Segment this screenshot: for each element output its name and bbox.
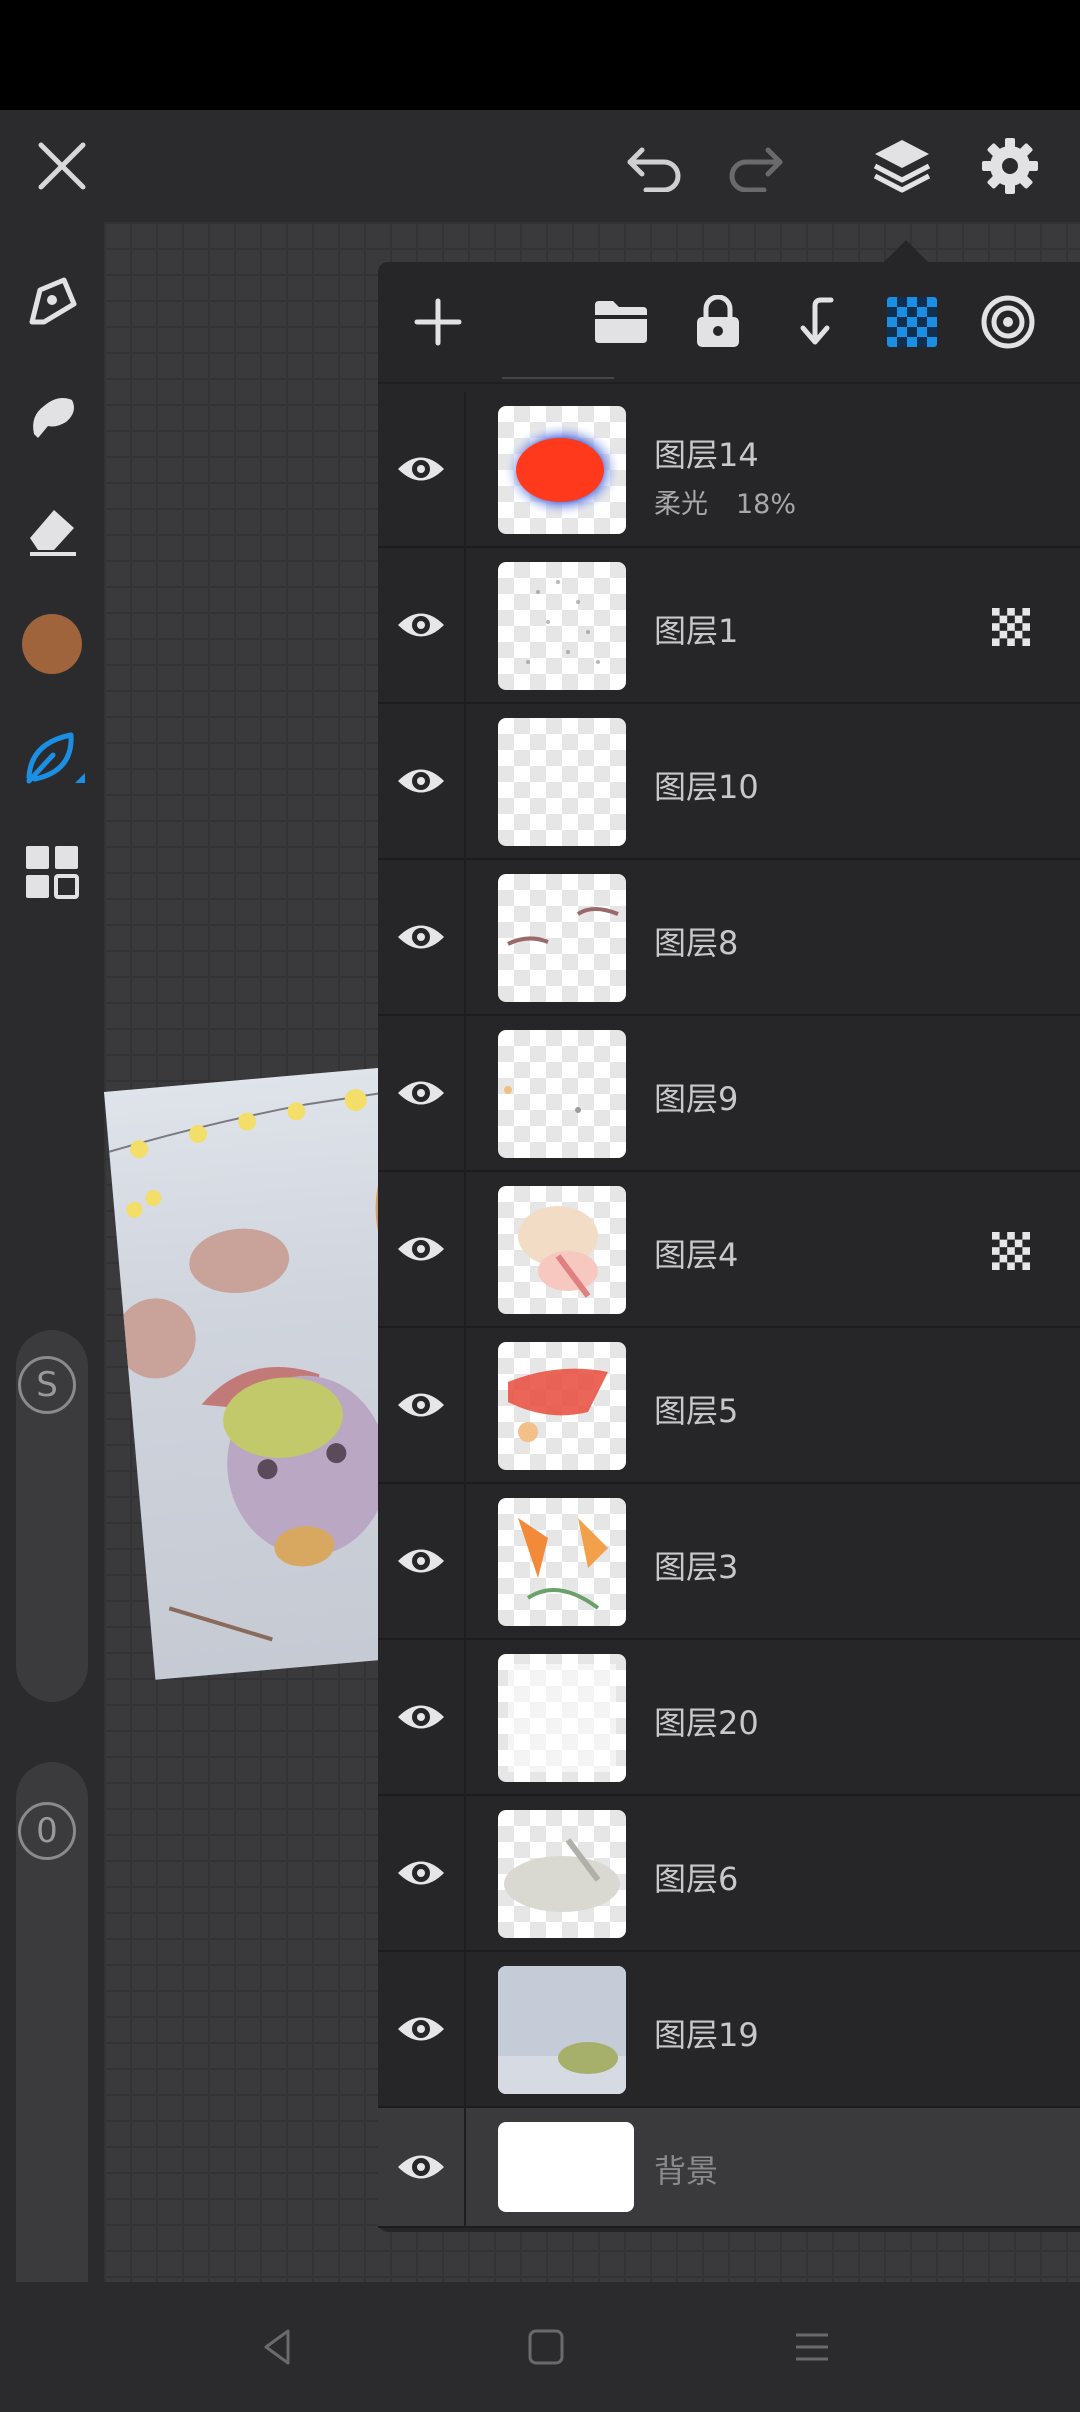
- layer-name: 图层10: [654, 768, 759, 806]
- layer-row[interactable]: 图层6: [378, 1796, 1080, 1952]
- target-icon[interactable]: [968, 282, 1048, 362]
- brush-size-slider[interactable]: S: [16, 1330, 88, 1702]
- eye-icon[interactable]: [378, 1172, 466, 1326]
- merge-down-icon[interactable]: [776, 282, 856, 362]
- alpha-lock-icon[interactable]: [872, 282, 952, 362]
- layer-thumbnail[interactable]: [498, 874, 626, 1002]
- layer-thumbnail[interactable]: [498, 1342, 626, 1470]
- undo-icon[interactable]: [616, 126, 696, 206]
- layer-name: 图层5: [654, 1392, 739, 1430]
- layer-name: 图层9: [654, 1080, 739, 1118]
- eye-icon[interactable]: [378, 1952, 466, 2106]
- layer-opacity: 18%: [736, 489, 797, 520]
- layer-name: 图层14: [654, 436, 759, 474]
- layer-thumbnail[interactable]: [498, 1498, 626, 1626]
- panel-divider: [502, 377, 614, 379]
- layer-name: 图层20: [654, 1704, 759, 1742]
- eye-icon[interactable]: [378, 1328, 466, 1482]
- layer-name: 背景: [654, 2152, 719, 2190]
- left-toolbar: S 0: [0, 222, 104, 2362]
- eye-icon[interactable]: [378, 2108, 466, 2226]
- blend-mode-label: 柔光: [654, 489, 708, 520]
- layer-row[interactable]: 背景: [378, 2108, 1080, 2228]
- layer-thumbnail[interactable]: [498, 2122, 634, 2212]
- folder-icon[interactable]: [581, 282, 661, 362]
- lock-icon[interactable]: [678, 282, 758, 362]
- navigation-bar: [0, 2282, 1080, 2412]
- menu-icon[interactable]: [772, 2312, 852, 2382]
- layer-blend-mode: 柔光 18%: [654, 482, 796, 521]
- layers-icon[interactable]: [862, 126, 942, 206]
- layer-name: 图层8: [654, 924, 739, 962]
- layer-thumbnail[interactable]: [498, 1030, 626, 1158]
- layer-thumbnail[interactable]: [498, 1186, 626, 1314]
- panel-pointer: [884, 240, 928, 262]
- layer-panel-toolbar: [378, 262, 1080, 384]
- layer-row[interactable]: 图层9: [378, 1016, 1080, 1172]
- layer-thumbnail[interactable]: [498, 1654, 626, 1782]
- layer-name: 图层3: [654, 1548, 739, 1586]
- eye-icon[interactable]: [378, 704, 466, 858]
- redo-icon[interactable]: [714, 126, 794, 206]
- layer-row[interactable]: 图层20: [378, 1640, 1080, 1796]
- alpha-lock-icon: [992, 608, 1030, 646]
- layer-row[interactable]: 图层3: [378, 1484, 1080, 1640]
- add-layer-icon[interactable]: [398, 282, 478, 362]
- home-icon[interactable]: [506, 2312, 586, 2382]
- grid-icon[interactable]: [12, 832, 92, 912]
- layer-name: 图层6: [654, 1860, 739, 1898]
- back-icon[interactable]: [238, 2312, 318, 2382]
- layer-row[interactable]: 图层8: [378, 860, 1080, 1016]
- layer-row[interactable]: 图层10: [378, 704, 1080, 860]
- layer-name: 图层4: [654, 1236, 739, 1274]
- layer-row[interactable]: 图层1: [378, 548, 1080, 704]
- eye-icon[interactable]: [378, 1796, 466, 1950]
- layer-row[interactable]: 图层19: [378, 1952, 1080, 2108]
- layer-panel: 图层14 柔光 18% 图层1 图层10 图层8 图层9 图层4 图层5 图层3 图层20 图层6 图层…: [378, 262, 1080, 2232]
- alpha-lock-icon: [992, 1232, 1030, 1270]
- layer-thumbnail[interactable]: [498, 1966, 626, 2094]
- pen-icon[interactable]: [12, 262, 92, 342]
- eye-icon[interactable]: [378, 860, 466, 1014]
- brush-opacity-knob[interactable]: 0: [18, 1802, 76, 1860]
- layer-row[interactable]: 图层5: [378, 1328, 1080, 1484]
- brush-opacity-slider[interactable]: 0: [16, 1762, 88, 2362]
- smudge-icon[interactable]: [12, 376, 92, 456]
- color-swatch[interactable]: [12, 604, 92, 684]
- eye-icon[interactable]: [378, 1640, 466, 1794]
- layer-thumbnail[interactable]: [498, 1810, 626, 1938]
- eye-icon[interactable]: [378, 1484, 466, 1638]
- eye-icon[interactable]: [378, 548, 466, 702]
- layer-thumbnail[interactable]: [498, 718, 626, 846]
- layer-thumbnail[interactable]: [498, 406, 626, 534]
- status-bar: [0, 0, 1080, 110]
- layer-row[interactable]: 图层14 柔光 18%: [378, 392, 1080, 548]
- layer-name: 图层1: [654, 612, 739, 650]
- eye-icon[interactable]: [378, 392, 466, 546]
- layer-thumbnail[interactable]: [498, 562, 626, 690]
- settings-icon[interactable]: [970, 126, 1050, 206]
- close-icon[interactable]: [22, 126, 102, 206]
- leaf-brush-icon[interactable]: [12, 718, 92, 798]
- layer-row[interactable]: 图层4: [378, 1172, 1080, 1328]
- eye-icon[interactable]: [378, 1016, 466, 1170]
- eraser-icon[interactable]: [12, 490, 92, 570]
- layer-name: 图层19: [654, 2016, 759, 2054]
- brush-size-knob[interactable]: S: [18, 1356, 76, 1414]
- top-toolbar: [0, 110, 1080, 222]
